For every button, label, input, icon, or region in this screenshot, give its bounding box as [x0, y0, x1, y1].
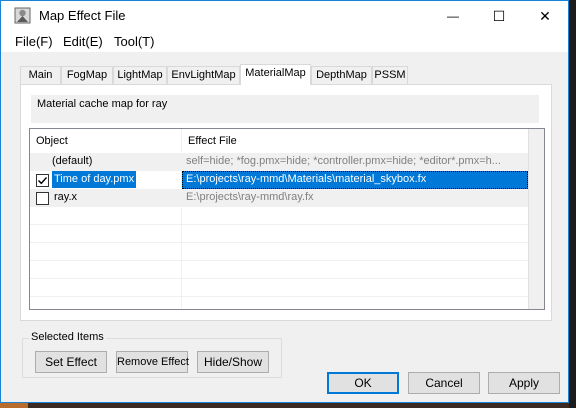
row-gridline [30, 242, 528, 243]
tab-materialmap[interactable]: MaterialMap [240, 64, 311, 85]
apply-button[interactable]: Apply [488, 372, 560, 394]
tab-pssm[interactable]: PSSM [372, 66, 408, 84]
list-row-time-of-day[interactable]: Time of day.pmx E:\projects\ray-mmd\Mate… [30, 171, 528, 189]
vertical-scrollbar[interactable] [528, 129, 544, 309]
minimize-button[interactable]: — [430, 1, 476, 31]
hide-show-button[interactable]: Hide/Show [197, 351, 269, 373]
object-effect-list[interactable]: Object Effect File (default) self=hide; … [29, 128, 545, 310]
column-header-effect-file[interactable]: Effect File [182, 129, 528, 153]
row-gridline [30, 278, 528, 279]
remove-effect-button[interactable]: Remove Effect [116, 351, 189, 373]
row-object: (default) [52, 155, 93, 167]
set-effect-button[interactable]: Set Effect [35, 351, 107, 373]
ok-button[interactable]: OK [327, 372, 399, 394]
column-header-object[interactable]: Object [30, 129, 182, 153]
selected-items-label: Selected Items [29, 331, 106, 343]
row-effect-file: E:\projects\ray-mmd\ray.fx [186, 191, 314, 203]
tab-lightmap[interactable]: LightMap [113, 66, 167, 84]
tab-main[interactable]: Main [20, 66, 61, 84]
list-header: Object Effect File [30, 129, 528, 154]
title-bar[interactable]: Map Effect File — ☐ ✕ [1, 1, 568, 31]
row-checkbox[interactable] [36, 192, 49, 205]
cancel-button[interactable]: Cancel [408, 372, 480, 394]
menu-tool[interactable]: Tool(T) [114, 34, 154, 49]
list-row-default[interactable]: (default) self=hide; *fog.pmx=hide; *con… [30, 153, 528, 171]
row-object-cell: Time of day.pmx [30, 171, 181, 189]
tab-depthmap[interactable]: DepthMap [311, 66, 372, 84]
row-object: Time of day.pmx [52, 171, 137, 188]
menu-edit[interactable]: Edit(E) [63, 34, 103, 49]
menu-bar: File(F) Edit(E) Tool(T) [1, 31, 568, 52]
close-button[interactable]: ✕ [522, 1, 568, 31]
row-gridline [30, 260, 528, 261]
row-object-cell: ray.x [30, 189, 181, 207]
row-effect-file: E:\projects\ray-mmd\Materials\material_s… [182, 171, 528, 189]
checkmark-icon [38, 177, 48, 185]
menu-file[interactable]: File(F) [15, 34, 53, 49]
desktop-edge-right [569, 0, 576, 408]
desktop-edge-bottom [0, 403, 569, 408]
close-icon: ✕ [539, 7, 551, 24]
row-effect-file: self=hide; *fog.pmx=hide; *controller.pm… [186, 155, 501, 167]
list-row-ray-x[interactable]: ray.x E:\projects\ray-mmd\ray.fx [30, 189, 528, 207]
tab-fogmap[interactable]: FogMap [61, 66, 113, 84]
map-description: Material cache map for ray [31, 95, 539, 123]
tab-envlightmap[interactable]: EnvLightMap [167, 66, 240, 84]
maximize-button[interactable]: ☐ [476, 1, 522, 31]
minimize-icon: — [447, 9, 459, 23]
maximize-icon: ☐ [492, 7, 506, 24]
row-gridline [30, 296, 528, 297]
row-gridline [30, 224, 528, 225]
app-icon [14, 7, 31, 24]
window-title: Map Effect File [39, 8, 126, 23]
row-object: ray.x [54, 191, 78, 203]
row-checkbox[interactable] [36, 174, 49, 187]
